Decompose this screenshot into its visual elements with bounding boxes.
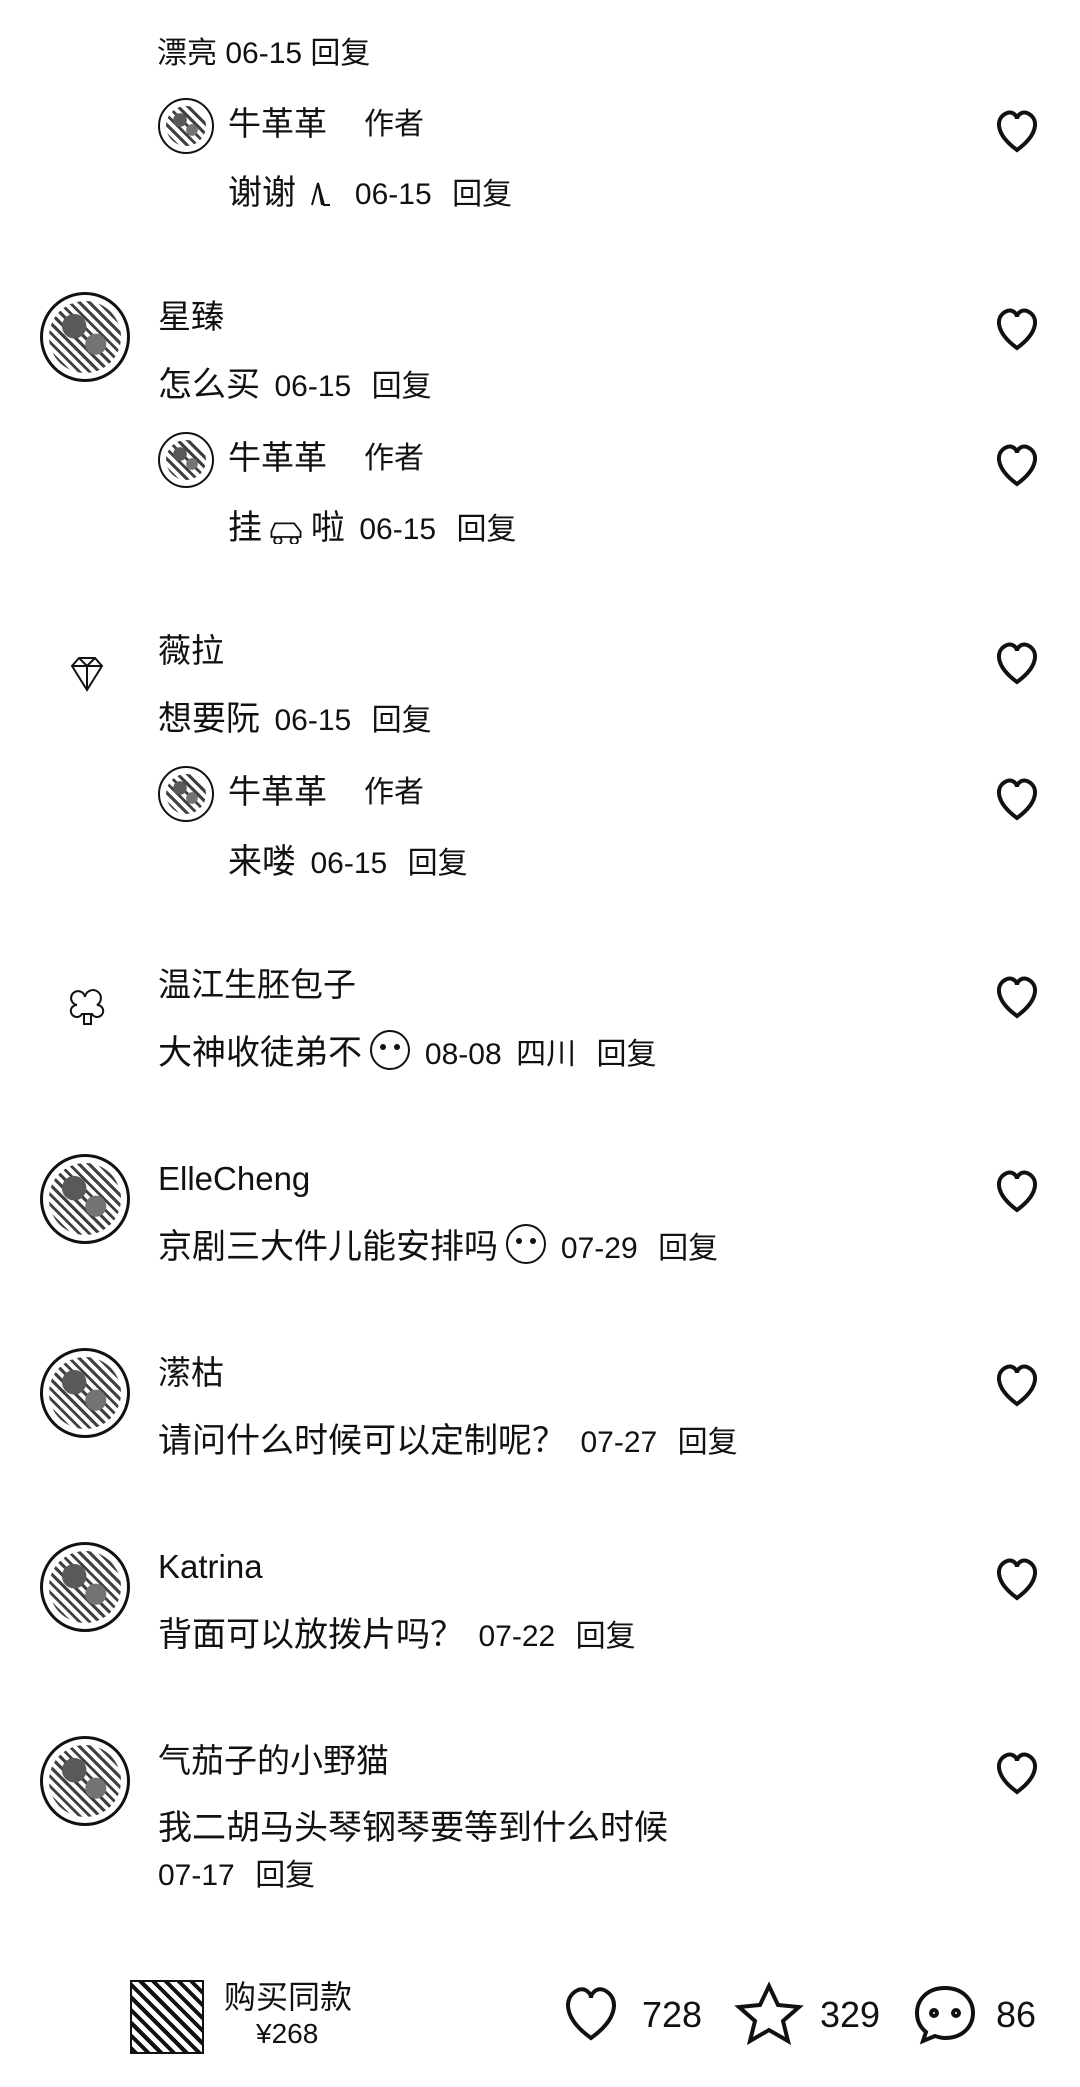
bottom-action-bar: 购买同款 ¥268 728 329 86: [0, 1950, 1080, 2087]
username[interactable]: 薇拉: [158, 634, 224, 667]
heart-outline-icon[interactable]: [990, 638, 1044, 688]
comment-text-after: 啦: [310, 509, 345, 547]
praying-hands-icon: [311, 182, 331, 206]
heart-outline-icon[interactable]: [990, 774, 1044, 824]
heart-outline-icon[interactable]: [990, 1360, 1044, 1410]
comment-text: 背面可以放拨片吗？: [158, 1616, 464, 1654]
chat-bubble-icon[interactable]: [910, 1980, 980, 2046]
comment-date: 08-08: [424, 1038, 502, 1071]
partial-top-comment: 漂亮 06-15 回复: [157, 37, 371, 70]
star-outline-icon[interactable]: [734, 1980, 804, 2046]
reply-link[interactable]: 回复: [255, 1859, 315, 1892]
author-badge: 作者: [364, 442, 424, 475]
username[interactable]: 牛革革: [228, 107, 327, 140]
comment-date: 07-22: [478, 1620, 556, 1653]
comment-line: 怎么买 06-15 回复: [158, 357, 432, 406]
comment-line: 来喽 06-15 回复: [228, 834, 468, 883]
comment-text: 大神收徒弟不: [158, 1034, 362, 1072]
reply-link[interactable]: 回复: [658, 1232, 718, 1265]
comment-line: 我二胡马头琴钢琴要等到什么时候: [158, 1800, 668, 1849]
username[interactable]: Katrina: [158, 1550, 263, 1583]
avatar[interactable]: [40, 1542, 130, 1632]
username[interactable]: ElleCheng: [158, 1162, 310, 1195]
avatar[interactable]: [40, 292, 130, 382]
avatar[interactable]: [40, 1736, 130, 1826]
product-price: ¥268: [256, 2018, 319, 2049]
username[interactable]: 气茄子的小野猫: [158, 1744, 389, 1777]
avatar[interactable]: [40, 1348, 130, 1438]
comment-line: 大神收徒弟不 08-08 四川 回复: [158, 1025, 657, 1074]
reply-link[interactable]: 回复: [597, 1038, 657, 1071]
product-thumbnail[interactable]: [130, 1980, 204, 2054]
broccoli-icon[interactable]: [64, 985, 110, 1031]
comment-count: 86: [996, 1994, 1037, 2035]
comment-text-before: 挂: [228, 509, 262, 547]
author-badge: 作者: [364, 108, 424, 141]
comment-line: 想要阮 06-15 回复: [158, 691, 432, 740]
favorite-count: 329: [820, 1994, 881, 2035]
comment-date: 06-15: [359, 513, 437, 546]
heart-outline-icon[interactable]: [990, 440, 1044, 490]
avatar[interactable]: [158, 432, 214, 488]
comment-date: 07-27: [580, 1426, 658, 1459]
buy-same-style[interactable]: 购买同款: [224, 1972, 352, 2018]
car-icon: [270, 522, 302, 544]
comment-date: 06-15: [274, 704, 352, 737]
reply-link[interactable]: 回复: [452, 178, 512, 211]
emoji-face-icon: [370, 1030, 411, 1070]
comment-meta-line: 07-17 回复: [148, 1850, 315, 1894]
comment-line: 京剧三大件儿能安排吗 07-29 回复: [158, 1219, 718, 1268]
reply-link[interactable]: 回复: [408, 847, 468, 880]
avatar[interactable]: [158, 98, 214, 154]
username[interactable]: 潆枯: [158, 1356, 224, 1389]
heart-outline-icon[interactable]: [990, 1554, 1044, 1604]
reply-link[interactable]: 回复: [678, 1426, 738, 1459]
heart-outline-icon[interactable]: [990, 1748, 1044, 1798]
reply-link[interactable]: 回复: [372, 370, 432, 403]
comment-text: 谢谢: [228, 174, 296, 212]
comment-line: 挂 啦 06-15 回复: [228, 500, 517, 549]
heart-outline-icon[interactable]: [990, 304, 1044, 354]
comment-date: 06-15: [310, 847, 388, 880]
comment-line: 谢谢 06-15 回复: [228, 165, 512, 214]
comment-text: 我二胡马头琴钢琴要等到什么时候: [158, 1809, 668, 1847]
like-count: 728: [642, 1994, 703, 2035]
comment-text: 想要阮: [158, 700, 260, 738]
comment-line: 请问什么时候可以定制呢？ 07-27 回复: [158, 1413, 738, 1462]
comment-text: 来喽: [228, 843, 296, 881]
comment-date: 06-15: [274, 370, 352, 403]
username[interactable]: 温江生胚包子: [158, 968, 356, 1001]
comment-date: 07-29: [560, 1232, 638, 1265]
reply-link[interactable]: 回复: [576, 1620, 636, 1653]
reply-link[interactable]: 回复: [372, 704, 432, 737]
comment-date: 07-17: [158, 1859, 235, 1892]
comment-text: 京剧三大件儿能安排吗: [158, 1228, 498, 1266]
heart-outline-icon[interactable]: [990, 972, 1044, 1022]
avatar[interactable]: [40, 1154, 130, 1244]
diamond-icon[interactable]: [64, 652, 110, 698]
emoji-face-icon: [506, 1224, 547, 1264]
heart-outline-icon[interactable]: [990, 1166, 1044, 1216]
avatar[interactable]: [158, 766, 214, 822]
heart-outline-icon[interactable]: [990, 106, 1044, 156]
username[interactable]: 星臻: [158, 300, 224, 333]
reply-link[interactable]: 回复: [457, 513, 517, 546]
author-badge: 作者: [364, 776, 424, 809]
comment-date: 06-15: [354, 178, 432, 211]
username[interactable]: 牛革革: [228, 775, 327, 808]
username[interactable]: 牛革革: [228, 441, 327, 474]
comment-line: 背面可以放拨片吗？ 07-22 回复: [158, 1607, 636, 1656]
comment-text: 请问什么时候可以定制呢？: [158, 1422, 566, 1460]
heart-outline-icon[interactable]: [556, 1980, 626, 2046]
comment-text: 怎么买: [158, 366, 260, 404]
comment-location: 四川: [516, 1038, 577, 1071]
